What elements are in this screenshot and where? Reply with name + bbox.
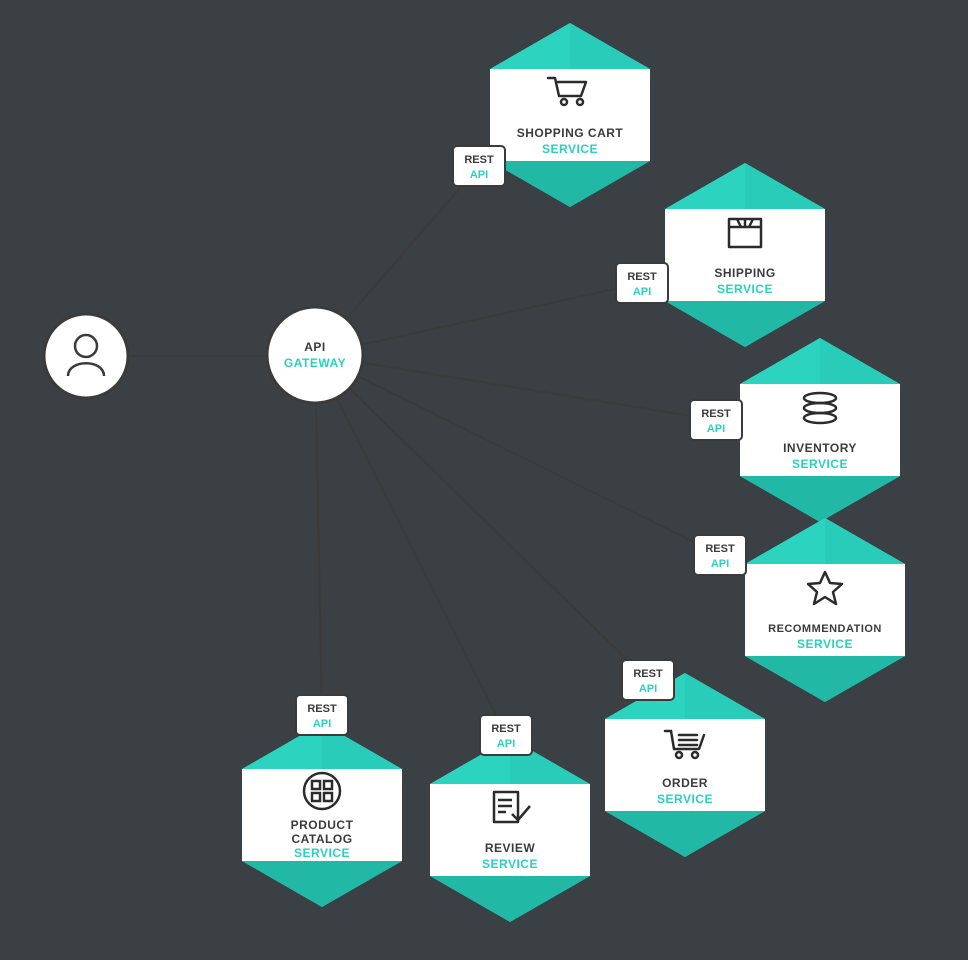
service-label: ORDER	[662, 776, 708, 790]
rest-sub: API	[707, 423, 725, 435]
architecture-diagram: API GATEWAY SHOPPING CART SERVICE SHIPPI…	[0, 0, 968, 960]
service-shipping: SHIPPING SERVICE	[665, 163, 825, 347]
service-review: REVIEW SERVICE	[430, 738, 590, 922]
rest-label: REST	[701, 408, 731, 420]
service-label: RECOMMENDATION	[768, 623, 882, 635]
service-shopping-cart: SHOPPING CART SERVICE	[490, 23, 650, 207]
service-sublabel: SERVICE	[792, 457, 848, 471]
connectors	[86, 166, 720, 735]
rest-sub: API	[633, 286, 651, 298]
service-label: SHOPPING CART	[517, 126, 624, 140]
api-gateway-node: API GATEWAY	[267, 307, 363, 403]
service-sublabel: SERVICE	[542, 142, 598, 156]
service-label-b: CATALOG	[291, 832, 352, 846]
service-sublabel: SERVICE	[797, 637, 853, 651]
gateway-label-line2: GATEWAY	[284, 356, 346, 370]
service-sublabel: SERVICE	[717, 282, 773, 296]
rest-sub: API	[497, 738, 515, 750]
service-label: SHIPPING	[714, 266, 775, 280]
rest-label: REST	[627, 271, 657, 283]
rest-label: REST	[464, 154, 494, 166]
service-label: REVIEW	[485, 841, 536, 855]
service-label-a: PRODUCT	[291, 818, 354, 832]
rest-sub: API	[639, 683, 657, 695]
service-recommendation: RECOMMENDATION SERVICE	[745, 518, 905, 702]
service-product-catalog: PRODUCT CATALOG SERVICE	[242, 723, 402, 907]
service-label: INVENTORY	[783, 441, 857, 455]
rest-label: REST	[307, 703, 337, 715]
rest-label: REST	[633, 668, 663, 680]
service-sublabel: SERVICE	[482, 857, 538, 871]
gateway-label-line1: API	[304, 340, 326, 354]
service-sublabel: SERVICE	[294, 846, 350, 860]
rest-sub: API	[313, 718, 331, 730]
rest-label: REST	[705, 543, 735, 555]
service-sublabel: SERVICE	[657, 792, 713, 806]
user-node	[44, 314, 128, 398]
rest-label: REST	[491, 723, 521, 735]
rest-sub: API	[711, 558, 729, 570]
rest-sub: API	[470, 169, 488, 181]
service-inventory: INVENTORY SERVICE	[740, 338, 900, 522]
